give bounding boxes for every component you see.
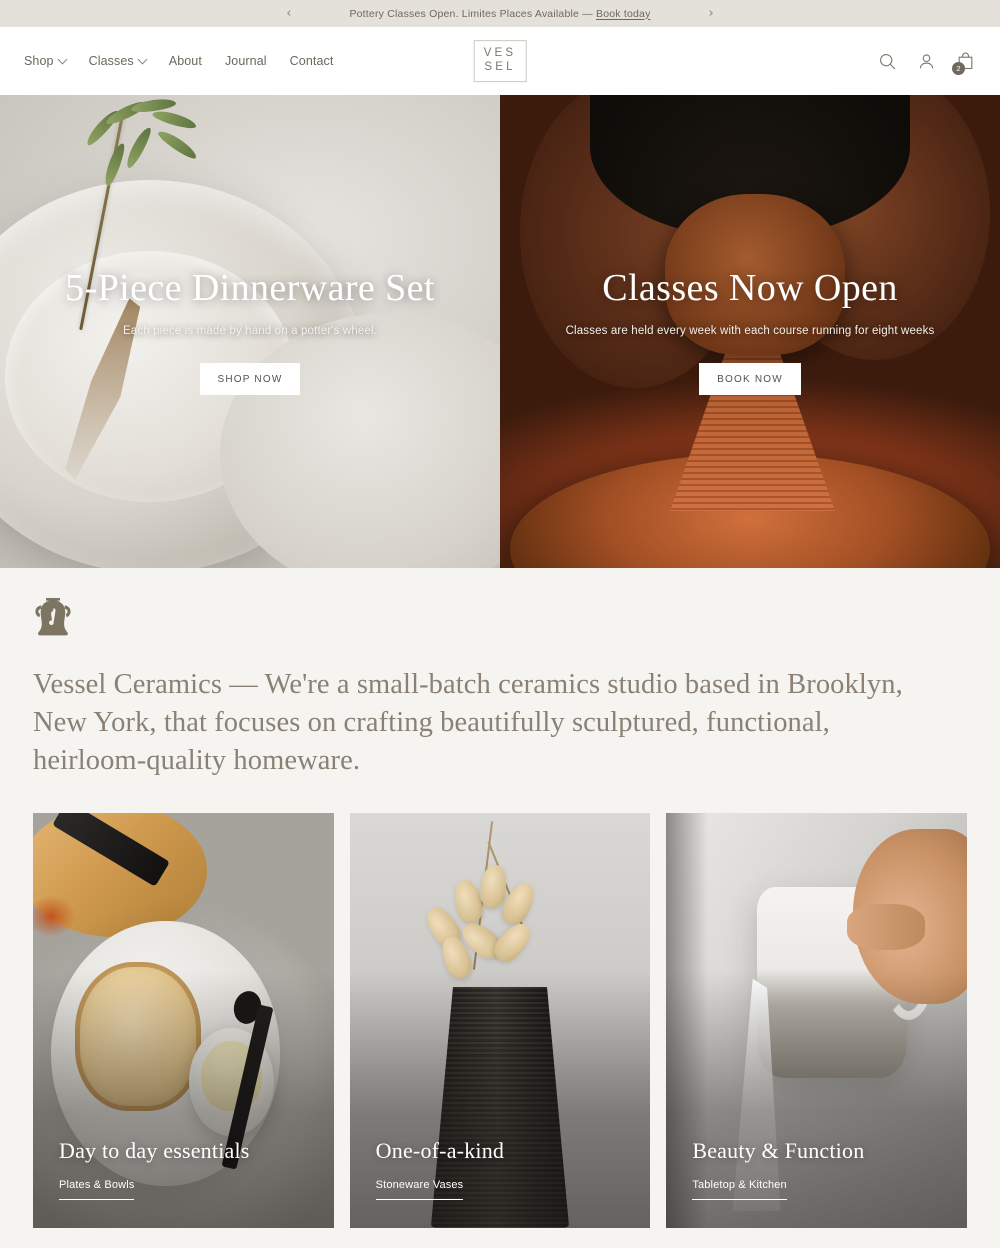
category-cards: Day to day essentials Plates & Bowls One… xyxy=(0,780,1000,1228)
nav-item-label: Contact xyxy=(289,54,334,68)
announcement-bar: ‹ Pottery Classes Open. Limites Places A… xyxy=(0,0,1000,27)
shop-now-button[interactable]: SHOP NOW xyxy=(199,363,301,396)
card-title: Beauty & Function xyxy=(692,1137,865,1163)
nav-item-shop[interactable]: Shop xyxy=(24,54,66,68)
site-logo[interactable]: VES SEL xyxy=(473,40,527,82)
nav-item-label: Classes xyxy=(88,54,134,68)
nav-item-contact[interactable]: Contact xyxy=(290,54,334,68)
nav-item-label: About xyxy=(168,54,202,68)
card-title: Day to day essentials xyxy=(59,1137,250,1163)
hero-title: Classes Now Open xyxy=(602,266,898,309)
hero-subtitle: Each piece is made by hand on a potter's… xyxy=(122,325,378,338)
logo-line-1: VES xyxy=(483,47,517,60)
card-link[interactable]: Stoneware Vases xyxy=(375,1179,464,1200)
card-title: One-of-a-kind xyxy=(375,1137,505,1163)
logo-line-2: SEL xyxy=(484,61,516,74)
card-link[interactable]: Tabletop & Kitchen xyxy=(692,1179,787,1200)
card-link[interactable]: Plates & Bowls xyxy=(59,1179,135,1200)
chevron-down-icon xyxy=(59,56,66,63)
book-now-button[interactable]: BOOK NOW xyxy=(699,363,801,396)
chevron-right-icon[interactable]: › xyxy=(709,7,714,20)
announcement-text: Pottery Classes Open. Limites Places Ava… xyxy=(349,8,650,20)
announcement-link[interactable]: Book today xyxy=(596,8,651,20)
amphora-vase-icon xyxy=(35,598,71,636)
nav-item-journal[interactable]: Journal xyxy=(225,54,267,68)
intro-section: Vessel Ceramics — We're a small-batch ce… xyxy=(0,568,1000,780)
hero-pane-classes[interactable]: Classes Now Open Classes are held every … xyxy=(500,95,1000,568)
header-actions: 2 xyxy=(876,50,976,75)
category-card-plates-bowls[interactable]: Day to day essentials Plates & Bowls xyxy=(33,812,334,1228)
main-navigation: Shop Classes About Journal Contact xyxy=(24,54,333,68)
shopping-bag-icon[interactable]: 2 xyxy=(952,50,976,75)
cart-count-badge: 2 xyxy=(952,62,965,75)
hero-title: 5-Piece Dinnerware Set xyxy=(65,266,435,309)
nav-item-about[interactable]: About xyxy=(169,54,202,68)
category-card-tabletop-kitchen[interactable]: Beauty & Function Tabletop & Kitchen xyxy=(666,812,968,1228)
search-icon[interactable] xyxy=(876,50,898,72)
site-header: Shop Classes About Journal Contact VES S… xyxy=(0,27,1000,95)
hero-subtitle: Classes are held every week with each co… xyxy=(565,325,935,338)
chevron-left-icon[interactable]: ‹ xyxy=(286,7,291,20)
hero-section: 5-Piece Dinnerware Set Each piece is mad… xyxy=(0,95,1000,568)
hero-pane-dinnerware[interactable]: 5-Piece Dinnerware Set Each piece is mad… xyxy=(0,95,500,568)
category-card-stoneware-vases[interactable]: One-of-a-kind Stoneware Vases xyxy=(349,812,651,1228)
announcement-message: Pottery Classes Open. Limites Places Ava… xyxy=(349,7,596,20)
nav-item-label: Shop xyxy=(24,54,54,68)
intro-text: Vessel Ceramics — We're a small-batch ce… xyxy=(33,669,903,776)
chevron-down-icon xyxy=(139,56,146,63)
nav-item-label: Journal xyxy=(224,54,267,68)
nav-item-classes[interactable]: Classes xyxy=(89,54,146,68)
account-icon[interactable] xyxy=(915,50,937,72)
plant-sprig xyxy=(65,96,215,223)
